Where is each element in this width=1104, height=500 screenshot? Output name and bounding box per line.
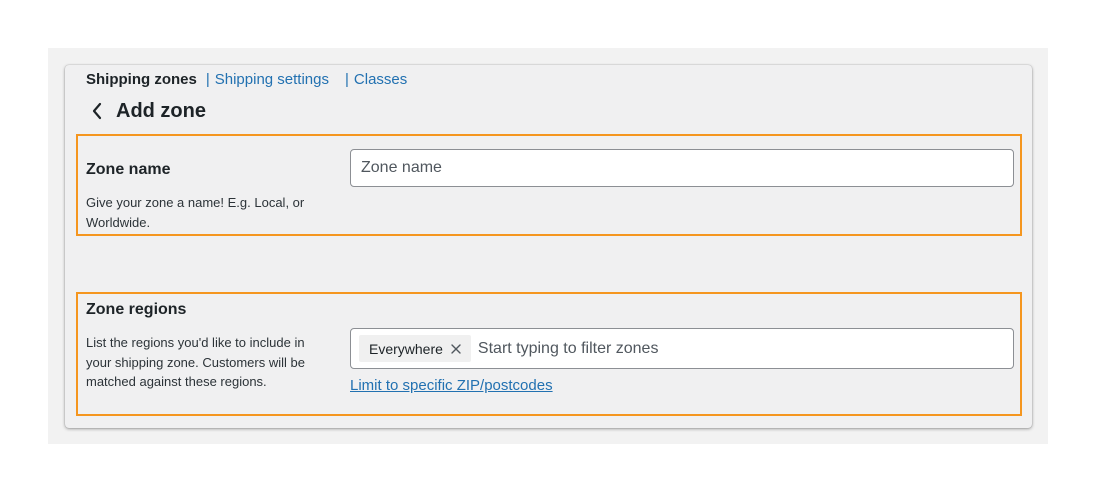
zone-regions-field[interactable]: Everywhere (350, 328, 1014, 369)
zone-name-input[interactable] (350, 149, 1014, 187)
shipping-subnav: Shipping zones | Shipping settings | Cla… (86, 71, 407, 89)
zone-name-description: Give your zone a name! E.g. Local, or Wo… (86, 195, 305, 230)
subnav-link-shipping-settings[interactable]: Shipping settings (215, 71, 329, 89)
close-icon[interactable] (451, 343, 461, 354)
zone-regions-search-input[interactable] (475, 338, 1005, 359)
add-zone-panel: Shipping zones | Shipping settings | Cla… (65, 65, 1032, 428)
zone-name-title: Zone name (86, 161, 171, 178)
zone-regions-title: Zone regions (86, 301, 187, 318)
subnav-link-classes[interactable]: Classes (354, 71, 407, 89)
subnav-separator: | (345, 71, 349, 88)
subnav-separator: | (205, 71, 210, 88)
zone-regions-description: List the regions you'd like to include i… (86, 335, 305, 389)
zone-name-section: Zone name Give your zone a name! E.g. Lo… (76, 134, 1022, 236)
chevron-left-icon[interactable] (91, 101, 105, 121)
subnav-current-shipping-zones: Shipping zones (86, 71, 197, 88)
page-header: Add zone (91, 100, 206, 122)
page-title: Add zone (116, 100, 206, 122)
region-token-label: Everywhere (369, 340, 443, 357)
region-token: Everywhere (359, 335, 471, 362)
zone-regions-section: Zone regions List the regions you'd like… (76, 292, 1022, 416)
limit-postcodes-link[interactable]: Limit to specific ZIP/postcodes (350, 377, 553, 395)
